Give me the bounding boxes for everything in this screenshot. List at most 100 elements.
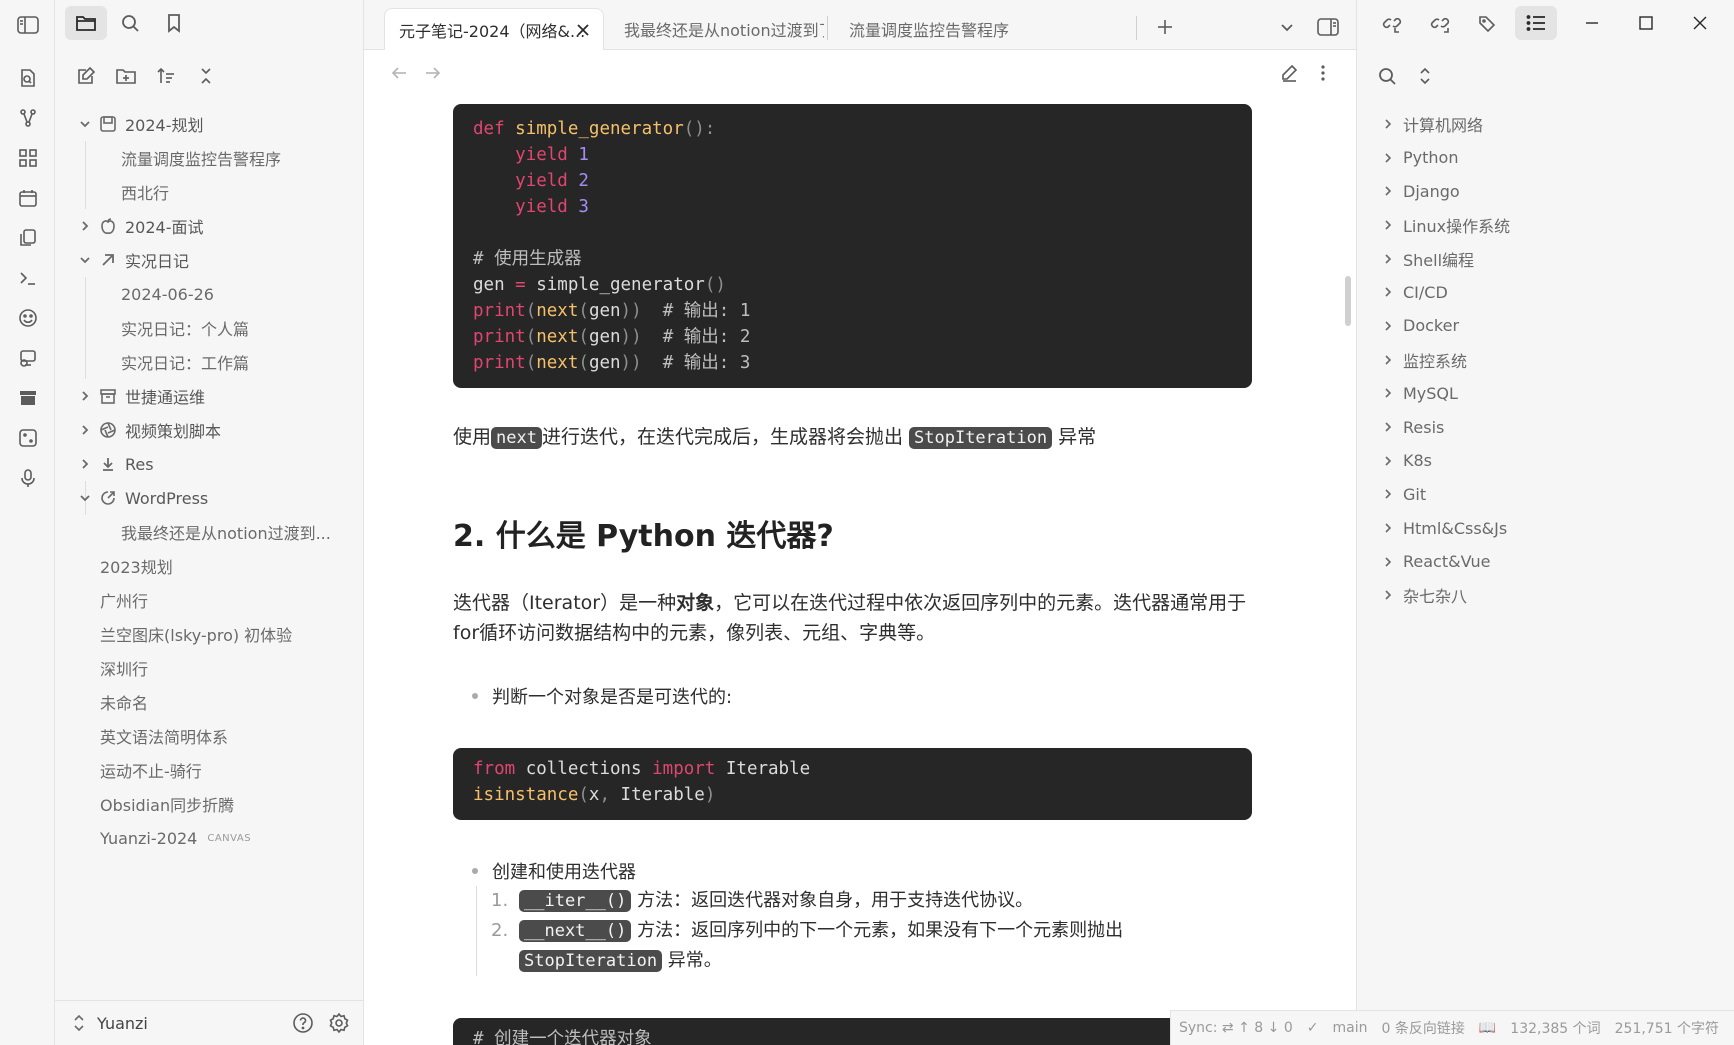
chevron-right-icon[interactable] — [1379, 418, 1397, 436]
sidebar-toggle-icon[interactable] — [13, 12, 43, 38]
chevron-updown-icon[interactable] — [69, 1013, 89, 1033]
tags-icon[interactable] — [1467, 6, 1509, 40]
sync-status[interactable]: Sync: ⇄ ↑ 8 ↓ 0 — [1179, 1020, 1293, 1036]
file-item[interactable]: 西北行 — [55, 175, 364, 209]
backlink-count[interactable]: 0 条反向链接 — [1381, 1018, 1464, 1038]
backlinks-icon[interactable] — [1371, 6, 1413, 40]
outline-item[interactable]: React&Vue — [1357, 545, 1734, 579]
folder-diary[interactable]: 实况日记 — [55, 243, 364, 277]
file-item[interactable]: 2024-06-26 — [55, 277, 364, 311]
chevron-right-icon[interactable] — [75, 386, 95, 406]
outline-item[interactable]: 监控系统 — [1357, 343, 1734, 377]
new-tab-icon[interactable] — [1148, 12, 1182, 42]
book-icon[interactable]: 📖 — [1479, 1020, 1496, 1036]
edit-pencil-icon[interactable] — [1274, 58, 1304, 88]
chevron-right-icon[interactable] — [1379, 216, 1397, 234]
folder-wordpress[interactable]: WordPress — [55, 481, 364, 515]
chevron-right-icon[interactable] — [1379, 553, 1397, 571]
search-icon[interactable] — [109, 6, 151, 40]
chevron-right-icon[interactable] — [1379, 351, 1397, 369]
outline-item[interactable]: CI/CD — [1357, 275, 1734, 309]
chevron-down-icon[interactable] — [75, 250, 95, 270]
file-item[interactable]: 我最终还是从notion过渡到... — [55, 515, 364, 549]
chevron-right-icon[interactable] — [1379, 384, 1397, 402]
chevron-right-icon[interactable] — [75, 420, 95, 440]
outline-list-icon[interactable] — [1515, 6, 1557, 40]
tab-notes-2024[interactable]: 元子笔记-2024（网络&... — [384, 8, 604, 50]
quick-switcher-icon[interactable] — [0, 58, 55, 98]
settings-gear-icon[interactable] — [324, 1008, 354, 1038]
file-item[interactable]: 2023规划 — [55, 549, 364, 583]
file-item[interactable]: Yuanzi-2024 CANVAS — [55, 821, 364, 855]
window-close-icon[interactable] — [1673, 6, 1727, 40]
grid-icon[interactable] — [0, 138, 55, 178]
chevron-right-icon[interactable] — [1379, 519, 1397, 537]
outline-item[interactable]: MySQL — [1357, 377, 1734, 411]
new-folder-icon[interactable] — [109, 60, 143, 92]
file-item[interactable]: 兰空图床(lsky-pro) 初体验 — [55, 617, 364, 651]
smile-icon[interactable] — [0, 298, 55, 338]
chevron-right-icon[interactable] — [1379, 250, 1397, 268]
file-item[interactable]: 英文语法简明体系 — [55, 719, 364, 753]
chevron-right-icon[interactable] — [1379, 586, 1397, 604]
outline-item[interactable]: Git — [1357, 478, 1734, 512]
outline-item[interactable]: 杂七杂八 — [1357, 579, 1734, 613]
scrollbar-thumb[interactable] — [1345, 276, 1351, 326]
file-item[interactable]: 实况日记：工作篇 — [55, 345, 364, 379]
vault-name[interactable]: Yuanzi — [97, 1014, 148, 1033]
folder-video[interactable]: 视频策划脚本 — [55, 413, 364, 447]
chevron-right-icon[interactable] — [1379, 452, 1397, 470]
file-item[interactable]: 运动不止-骑行 — [55, 753, 364, 787]
file-item[interactable]: 未命名 — [55, 685, 364, 719]
chevron-right-icon[interactable] — [1379, 182, 1397, 200]
outline-item[interactable]: K8s — [1357, 444, 1734, 478]
outline-item[interactable]: 计算机网络 — [1357, 107, 1734, 141]
microphone-icon[interactable] — [0, 458, 55, 498]
minimize-icon[interactable] — [1565, 6, 1619, 40]
outline-item[interactable]: Shell编程 — [1357, 242, 1734, 276]
help-icon[interactable] — [288, 1008, 318, 1038]
devices-icon[interactable] — [0, 338, 55, 378]
archive-box-icon[interactable] — [0, 378, 55, 418]
editor[interactable]: def simple_generator(): yield 1 yield 2 … — [364, 96, 1356, 1045]
chevron-right-icon[interactable] — [75, 454, 95, 474]
calendar-icon[interactable] — [0, 178, 55, 218]
folder-res[interactable]: Res — [55, 447, 364, 481]
back-arrow-icon[interactable] — [384, 58, 414, 88]
graph-view-icon[interactable] — [0, 98, 55, 138]
chevron-right-icon[interactable] — [1379, 149, 1397, 167]
chevron-right-icon[interactable] — [1379, 317, 1397, 335]
outgoing-links-icon[interactable] — [1419, 6, 1461, 40]
folder-icon[interactable] — [65, 6, 107, 40]
more-options-icon[interactable] — [1308, 58, 1338, 88]
chevron-down-icon[interactable] — [75, 488, 95, 508]
outline-search-icon[interactable] — [1371, 60, 1403, 92]
folder-ops[interactable]: 世捷通运维 — [55, 379, 364, 413]
file-item[interactable]: 流量调度监控告警程序 — [55, 141, 364, 175]
file-item[interactable]: 广州行 — [55, 583, 364, 617]
folder-2024-plan[interactable]: 2024-规划 — [55, 107, 364, 141]
bookmark-icon[interactable] — [153, 6, 195, 40]
new-note-icon[interactable] — [69, 60, 103, 92]
right-sidebar-toggle-icon[interactable] — [1310, 12, 1346, 42]
outline-item[interactable]: Html&Css&Js — [1357, 511, 1734, 545]
chevron-right-icon[interactable] — [1379, 283, 1397, 301]
sort-icon[interactable] — [149, 60, 183, 92]
expand-collapse-icon[interactable] — [1409, 60, 1441, 92]
file-item[interactable]: 实况日记：个人篇 — [55, 311, 364, 345]
chevron-right-icon[interactable] — [1379, 115, 1397, 133]
vault-switcher[interactable]: Yuanzi — [55, 1000, 364, 1045]
git-branch[interactable]: main — [1333, 1020, 1368, 1036]
outline-item[interactable]: Resis — [1357, 410, 1734, 444]
dice-icon[interactable] — [0, 418, 55, 458]
terminal-icon[interactable] — [0, 258, 55, 298]
file-item[interactable]: 深圳行 — [55, 651, 364, 685]
forward-arrow-icon[interactable] — [418, 58, 448, 88]
outline-item[interactable]: Django — [1357, 174, 1734, 208]
maximize-icon[interactable] — [1619, 6, 1673, 40]
folder-2024-interview[interactable]: 2024-面试 — [55, 209, 364, 243]
tab-list-chevron-icon[interactable] — [1272, 12, 1302, 42]
collapse-all-icon[interactable] — [189, 60, 223, 92]
close-icon[interactable] — [573, 20, 593, 40]
chevron-right-icon[interactable] — [75, 216, 95, 236]
